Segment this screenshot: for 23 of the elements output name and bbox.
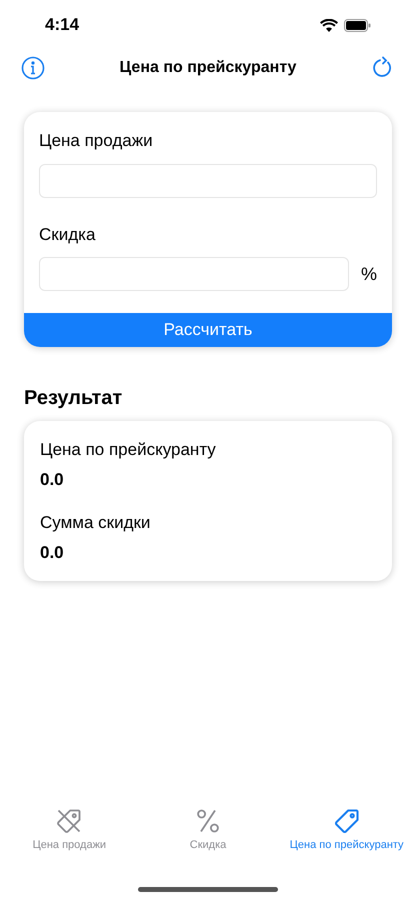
result-value: 0.0 [40,468,65,490]
result-label: Сумма скидки [40,512,152,534]
tab-item[interactable]: Цена продажи [0,807,139,863]
status-time: 4:14 [45,14,80,36]
field-label: Цена продажи [39,130,154,152]
field-label: Скидка [39,224,96,246]
result-heading: Результат [24,386,124,411]
percent-sign: % [361,262,377,286]
input-field[interactable] [39,164,377,198]
info-icon [21,56,45,80]
tab-item[interactable]: Цена по прейскуранту [277,807,416,863]
info-button[interactable] [20,55,46,81]
percent-icon [194,807,222,835]
tag-icon [332,807,361,835]
wifi-icon [320,18,338,32]
result-value: 0.0 [40,542,65,564]
battery-icon [344,18,371,32]
input-field[interactable] [39,257,349,291]
tag-slash-icon [55,807,84,835]
result-label: Цена по прейскуранту [40,439,217,461]
calculate-button[interactable]: Рассчитать [24,313,392,347]
tab-item[interactable]: Скидка [138,807,278,863]
nav-title: Цена по прейскуранту [120,58,296,78]
